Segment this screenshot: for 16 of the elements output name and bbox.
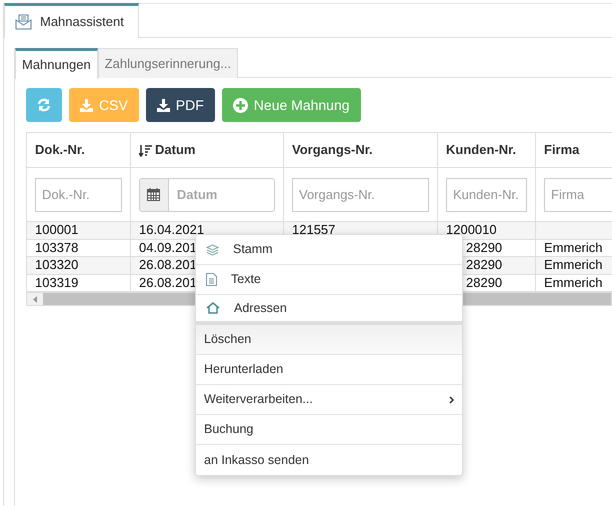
table-cell: 100001 bbox=[35, 222, 78, 238]
table-cell: 1200010 bbox=[446, 222, 497, 238]
table-cell: 28290 bbox=[466, 257, 502, 272]
table-cell: 16.04.2021 bbox=[139, 222, 204, 238]
table-cell: Emmerich bbox=[544, 257, 603, 272]
table-cell: 04.09.201 bbox=[139, 240, 197, 255]
table-cell: 28290 bbox=[466, 240, 502, 255]
table-cell: Emmerich bbox=[544, 240, 603, 255]
table-cell: 26.08.201 bbox=[139, 257, 197, 272]
table-cell: 28290 bbox=[466, 274, 502, 290]
table-cell: 103319 bbox=[35, 274, 78, 290]
table-cell: 103320 bbox=[35, 257, 78, 272]
table-cell: 103378 bbox=[35, 240, 78, 255]
table-cell: Emmerich bbox=[544, 274, 603, 290]
table-cell: 121557 bbox=[292, 222, 336, 238]
table-cell: 26.08.201 bbox=[139, 274, 197, 290]
